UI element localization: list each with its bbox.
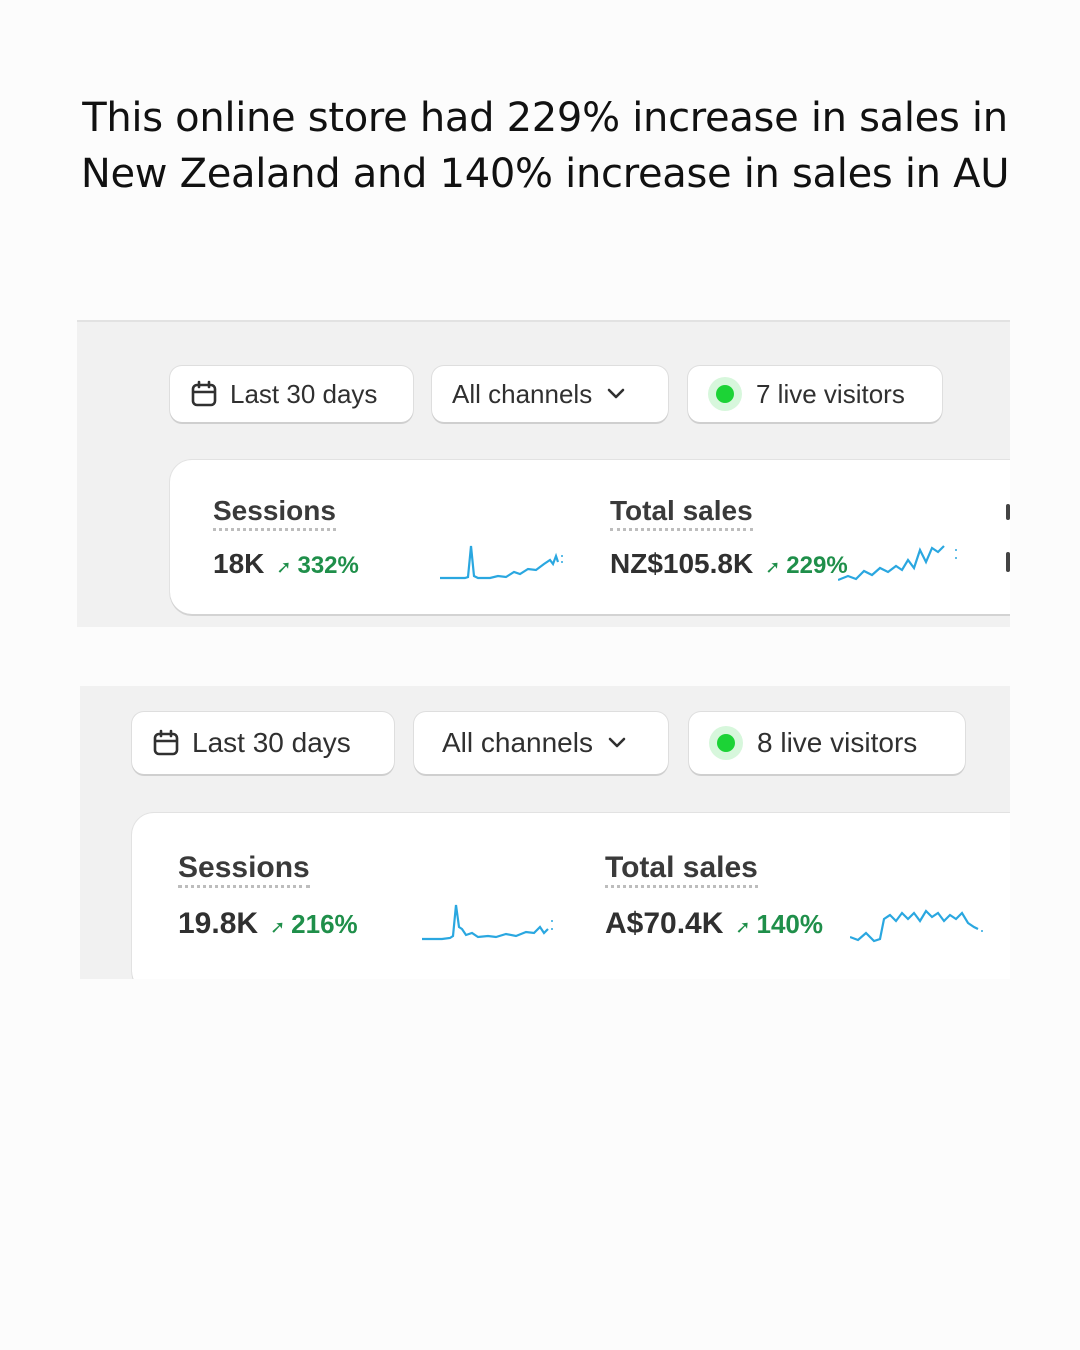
total-sales-value: NZ$105.8K [610, 548, 754, 579]
calendar-icon [191, 380, 217, 407]
total-sales-sparkline [838, 545, 957, 582]
live-visitors-label: 8 live visitors [757, 727, 918, 758]
date-range-button[interactable]: Last 30 days [170, 366, 413, 422]
headline-line-2: New Zealand and 140% increase in sales i… [80, 151, 1010, 197]
truncated-metric-edge [1006, 552, 1010, 572]
sessions-change-value: 332% [297, 552, 359, 579]
date-range-button[interactable]: Last 30 days [132, 712, 394, 774]
arrow-up-right-icon: ➚ [276, 557, 292, 577]
total-sales-change: ➚ 140% [735, 909, 823, 940]
metrics-card: Sessions 18K ➚ 332% Total sales NZ$105.8… [170, 460, 1010, 614]
arrow-up-right-icon: ➚ [270, 917, 286, 937]
headline: This online store had 229% increase in s… [40, 90, 1050, 202]
sessions-sparkline [422, 904, 553, 941]
live-visitors-button[interactable]: 8 live visitors [689, 712, 965, 774]
arrow-up-right-icon: ➚ [735, 917, 751, 937]
total-sales-sparkline [850, 909, 983, 943]
sessions-label[interactable]: Sessions [178, 853, 310, 888]
truncated-metric-edge [1006, 504, 1010, 520]
channels-label: All channels [442, 727, 593, 758]
sessions-value: 18K [213, 548, 265, 579]
channels-dropdown[interactable]: All channels [432, 366, 668, 422]
date-range-label: Last 30 days [230, 378, 378, 409]
sessions-change: ➚ 332% [276, 552, 358, 580]
channels-label: All channels [452, 378, 593, 409]
date-range-label: Last 30 days [192, 727, 351, 758]
sessions-label[interactable]: Sessions [213, 496, 336, 531]
sessions-value-row: 19.8K ➚ 216% [178, 907, 358, 941]
total-sales-value-row: A$70.4K ➚ 140% [605, 907, 823, 941]
total-sales-change-value: 140% [756, 909, 824, 939]
sessions-change: ➚ 216% [270, 909, 358, 940]
sessions-value: 19.8K [178, 907, 259, 940]
dashboard-panel-nz: Last 30 days All channels 7 live visitor… [77, 320, 1010, 627]
total-sales-label[interactable]: Total sales [605, 853, 758, 888]
live-visitors-label: 7 live visitors [756, 378, 905, 409]
sessions-change-value: 216% [291, 909, 358, 939]
arrow-up-right-icon: ➚ [765, 557, 781, 577]
sessions-sparkline [440, 545, 563, 580]
live-status-icon [709, 726, 743, 760]
chevron-down-icon [607, 388, 625, 399]
chevron-down-icon [608, 737, 626, 748]
total-sales-change: ➚ 229% [765, 552, 847, 580]
headline-line-1: This online store had 229% increase in s… [82, 95, 1008, 141]
total-sales-value: A$70.4K [605, 907, 724, 940]
sessions-value-row: 18K ➚ 332% [213, 548, 359, 580]
live-visitors-button[interactable]: 7 live visitors [688, 366, 942, 422]
total-sales-label[interactable]: Total sales [610, 496, 753, 531]
live-status-icon [708, 377, 742, 411]
calendar-icon [153, 729, 179, 756]
dashboard-panel-au: Last 30 days All channels 8 live visitor… [80, 686, 1010, 979]
metrics-card: Sessions 19.8K ➚ 216% Total sales A$70.4… [132, 813, 1010, 979]
total-sales-value-row: NZ$105.8K ➚ 229% [610, 548, 848, 580]
channels-dropdown[interactable]: All channels [414, 712, 668, 774]
